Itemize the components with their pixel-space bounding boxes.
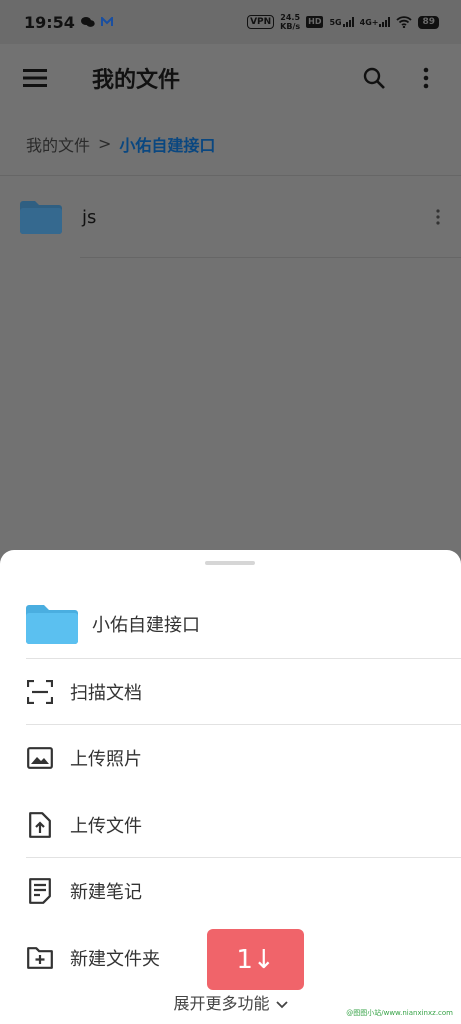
item-more-icon[interactable]	[425, 209, 451, 225]
folder-icon	[26, 605, 78, 644]
sheet-header: 小佑自建接口	[0, 590, 461, 658]
sheet-folder-name: 小佑自建接口	[92, 615, 200, 636]
breadcrumb-current[interactable]: 小佑自建接口	[119, 132, 215, 156]
divider	[26, 724, 461, 725]
breadcrumb-root[interactable]: 我的文件	[26, 132, 90, 156]
status-right: VPN 24.5 KB/s HD 5G 4G+ 89	[247, 13, 439, 31]
file-name: js	[82, 206, 97, 228]
image-icon	[26, 744, 54, 772]
more-vertical-icon[interactable]	[413, 65, 439, 91]
signal-bars-icon	[342, 17, 354, 27]
app-bar: 我的文件	[0, 44, 461, 112]
divider	[26, 658, 461, 659]
menu-upload-photo[interactable]: 上传照片	[0, 728, 461, 788]
status-bar: 19:54 VPN 24.5 KB/s HD 5G 4G+ 89	[0, 0, 461, 44]
menu-upload-file[interactable]: 上传文件	[0, 795, 461, 855]
upload-file-icon	[26, 811, 54, 839]
signal-bars-icon	[379, 17, 391, 27]
status-time: 19:54	[24, 12, 75, 32]
folder-icon	[20, 201, 62, 234]
battery-icon: 89	[418, 15, 439, 29]
wechat-icon	[80, 17, 95, 27]
menu-label: 新建文件夹	[70, 949, 160, 970]
network-speed: 24.5 KB/s	[280, 13, 301, 31]
breadcrumb-separator: >	[98, 134, 112, 153]
file-list-item[interactable]: js	[0, 176, 461, 258]
signal-4g: 4G+	[360, 17, 391, 27]
note-icon	[26, 877, 54, 905]
status-left: 19:54	[24, 13, 113, 32]
menu-label: 上传照片	[70, 749, 142, 770]
scan-icon	[26, 678, 54, 706]
signal-5g: 5G	[329, 17, 354, 27]
wifi-icon	[396, 16, 413, 28]
chevron-down-icon	[275, 1000, 288, 1008]
divider	[26, 857, 461, 858]
row-divider	[80, 257, 461, 258]
menu-icon[interactable]	[22, 65, 48, 91]
sheet-drag-handle[interactable]	[205, 561, 255, 565]
expand-more-label: 展开更多功能	[173, 994, 270, 1013]
new-folder-icon	[26, 944, 54, 972]
search-icon[interactable]	[361, 65, 387, 91]
menu-label: 扫描文档	[70, 683, 142, 704]
hd-badge: HD	[306, 16, 324, 28]
menu-scan-document[interactable]: 扫描文档	[0, 662, 461, 722]
menu-label: 新建笔记	[70, 882, 142, 903]
mail-m-icon	[100, 17, 113, 26]
watermark: @图图小站/www.nianxinxz.com	[346, 1009, 453, 1017]
menu-label: 上传文件	[70, 816, 142, 837]
vpn-badge: VPN	[247, 15, 275, 29]
floating-sort-button[interactable]: 1↓	[207, 929, 304, 990]
breadcrumb: 我的文件 > 小佑自建接口	[0, 112, 461, 176]
menu-new-note[interactable]: 新建笔记	[0, 861, 461, 921]
page-title: 我的文件	[92, 68, 181, 93]
